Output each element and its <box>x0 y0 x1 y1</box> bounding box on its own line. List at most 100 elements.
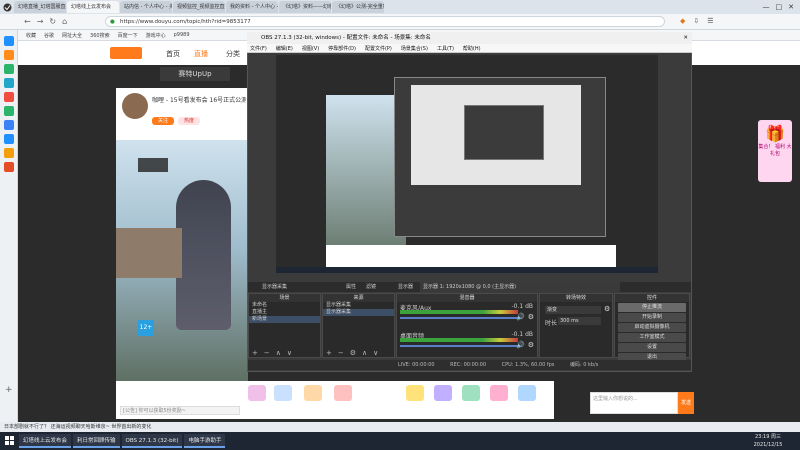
obs-menu-tools[interactable]: 工具(T) <box>437 45 454 52</box>
studio-mode-button[interactable]: 工作室模式 <box>618 333 686 342</box>
gear-icon[interactable]: ⚙ <box>528 313 534 321</box>
scene-item[interactable]: 直播主 <box>249 309 320 316</box>
add-source-icon[interactable]: + <box>326 349 332 357</box>
tab-2[interactable]: 幻塔线上云发布会 <box>67 1 119 13</box>
taskbar-item-video[interactable]: 利日常回顾传输 <box>73 434 120 448</box>
virtual-camera-button[interactable]: 启动虚拟摄像机 <box>618 323 686 332</box>
obs-menu-help[interactable]: 帮助(H) <box>463 45 481 52</box>
gift-icon[interactable] <box>406 385 424 401</box>
obs-menu-edit[interactable]: 编辑(E) <box>276 45 293 52</box>
taskbar-item-obs[interactable]: OBS 27.1.3 (32-bit) <box>121 434 183 448</box>
obs-menu-scenes[interactable]: 场景集合(S) <box>401 45 428 52</box>
gift-icon[interactable] <box>434 385 452 401</box>
source-item[interactable]: 显示器采集 <box>323 302 394 309</box>
minimize-icon[interactable]: — <box>763 3 770 11</box>
back-icon[interactable]: ← <box>24 17 31 26</box>
maximize-icon[interactable]: □ <box>776 3 783 11</box>
scene-item[interactable]: 未命名 <box>249 302 320 309</box>
tab-7[interactable]: 《幻塔》公测-完全重新制作 <box>332 1 384 13</box>
nav-category[interactable]: 分类 <box>226 49 240 59</box>
sidebar-app-icon[interactable] <box>3 36 14 46</box>
sidebar-app-icon[interactable] <box>3 106 14 116</box>
move-up-icon[interactable]: ∧ <box>362 349 367 357</box>
move-down-icon[interactable]: ∨ <box>373 349 378 357</box>
gear-icon[interactable]: ⚙ <box>528 341 534 349</box>
move-up-icon[interactable]: ∧ <box>276 349 281 357</box>
close-icon[interactable]: ✕ <box>788 3 794 11</box>
obs-menu-profile[interactable]: 配置文件(P) <box>365 45 392 52</box>
tab-3[interactable]: 站内信 - 个人中心 - 头条 <box>120 1 172 13</box>
remove-scene-icon[interactable]: − <box>264 349 270 357</box>
taskbar-item-browser[interactable]: 幻塔线上云发布会 <box>19 434 72 448</box>
obs-close-icon[interactable]: ✕ <box>683 32 688 44</box>
bookmark-6[interactable]: 游戏中心 <box>146 32 166 39</box>
nav-live[interactable]: 直播 <box>194 49 208 59</box>
add-scene-icon[interactable]: + <box>252 349 258 357</box>
stream-video[interactable]: 12+ <box>116 140 248 382</box>
stop-streaming-button[interactable]: 停止推流 <box>618 303 686 312</box>
gift-icon[interactable] <box>518 385 536 401</box>
sidebar-app-icon[interactable] <box>3 50 14 60</box>
gift-pack-ad[interactable]: 🎁 集合！ 福利 大礼包 <box>758 120 792 182</box>
settings-button[interactable]: 设置 <box>618 343 686 352</box>
transition-select[interactable]: 渐变 <box>545 306 601 314</box>
remove-source-icon[interactable]: − <box>338 349 344 357</box>
avatar[interactable] <box>122 93 148 119</box>
sidebar-app-icon[interactable] <box>3 134 14 144</box>
gift-icon[interactable] <box>274 385 292 401</box>
gift-icon[interactable] <box>490 385 508 401</box>
address-bar[interactable]: ● https://www.douyu.com/topic/hth?rid=98… <box>105 16 665 27</box>
filter-button[interactable]: 滤镜 <box>366 282 376 292</box>
sidebar-app-icon[interactable] <box>3 64 14 74</box>
gift-icon[interactable] <box>248 385 266 401</box>
gift-icon[interactable] <box>462 385 480 401</box>
home-icon[interactable]: ⌂ <box>62 17 67 26</box>
tab-1[interactable]: 幻塔直播_幻塔国服直播 <box>14 1 66 13</box>
source-item[interactable]: 显示器采集 <box>323 309 394 316</box>
volume-slider[interactable] <box>400 317 518 319</box>
screen-select[interactable]: 显示器 1: 1920x1080 @ 0,0 (主显示器) <box>420 282 620 292</box>
scene-item[interactable]: 新场景 <box>249 316 320 323</box>
bookmark-7[interactable]: p9989 <box>174 32 190 38</box>
site-logo[interactable] <box>110 47 142 59</box>
bookmark-5[interactable]: 百度一下 <box>118 32 138 39</box>
menu-icon[interactable]: ☰ <box>707 17 713 25</box>
gift-icon[interactable] <box>334 385 352 401</box>
gear-icon[interactable]: ⚙ <box>350 349 356 357</box>
start-recording-button[interactable]: 开始录制 <box>618 313 686 322</box>
properties-button[interactable]: 属性 <box>346 282 356 292</box>
gift-icon[interactable] <box>304 385 322 401</box>
obs-menu-file[interactable]: 文件(F) <box>250 45 267 52</box>
speaker-icon[interactable]: 🔊 <box>516 313 525 321</box>
chat-input[interactable]: 这里输入你想说的... <box>590 392 678 414</box>
tab-4[interactable]: 视频监控_视频监控直播间 <box>173 1 225 13</box>
volume-slider[interactable] <box>400 345 518 347</box>
move-down-icon[interactable]: ∨ <box>287 349 292 357</box>
obs-menu-docks[interactable]: 停靠部件(D) <box>328 45 356 52</box>
tab-6[interactable]: 《幻塔》资料——幻塔wiki <box>279 1 331 13</box>
sidebar-app-icon[interactable] <box>3 148 14 158</box>
bookmark-4[interactable]: 360搜索 <box>90 32 110 39</box>
sidebar-app-icon[interactable] <box>3 78 14 88</box>
duration-input[interactable]: 300 ms <box>558 317 601 325</box>
obs-preview[interactable] <box>276 55 658 273</box>
tab-5[interactable]: 我的资料 - 个人中心 - 头条 <box>226 1 278 13</box>
reload-icon[interactable]: ↻ <box>49 17 56 26</box>
start-icon[interactable] <box>3 434 17 448</box>
gear-icon[interactable]: ⚙ <box>604 305 610 313</box>
sidebar-app-icon[interactable] <box>3 162 14 172</box>
send-button[interactable]: 发送 <box>678 392 694 414</box>
bookmark-1[interactable]: 收藏 <box>26 32 36 39</box>
add-icon[interactable]: + <box>5 385 13 395</box>
forward-icon[interactable]: → <box>37 17 44 26</box>
taskbar-item-assistant[interactable]: 电脑手游助手 <box>184 434 226 448</box>
bookmark-2[interactable]: 谷歌 <box>44 32 54 39</box>
extension-icon[interactable]: ◆ <box>680 17 685 25</box>
sidebar-app-icon[interactable] <box>3 92 14 102</box>
obs-menu-view[interactable]: 视图(V) <box>302 45 319 52</box>
download-icon[interactable]: ⇩ <box>693 17 699 25</box>
bookmark-3[interactable]: 网址大全 <box>62 32 82 39</box>
nav-home[interactable]: 首页 <box>166 49 180 59</box>
sidebar-app-icon[interactable] <box>3 120 14 130</box>
speaker-icon[interactable]: 🔊 <box>516 341 525 349</box>
